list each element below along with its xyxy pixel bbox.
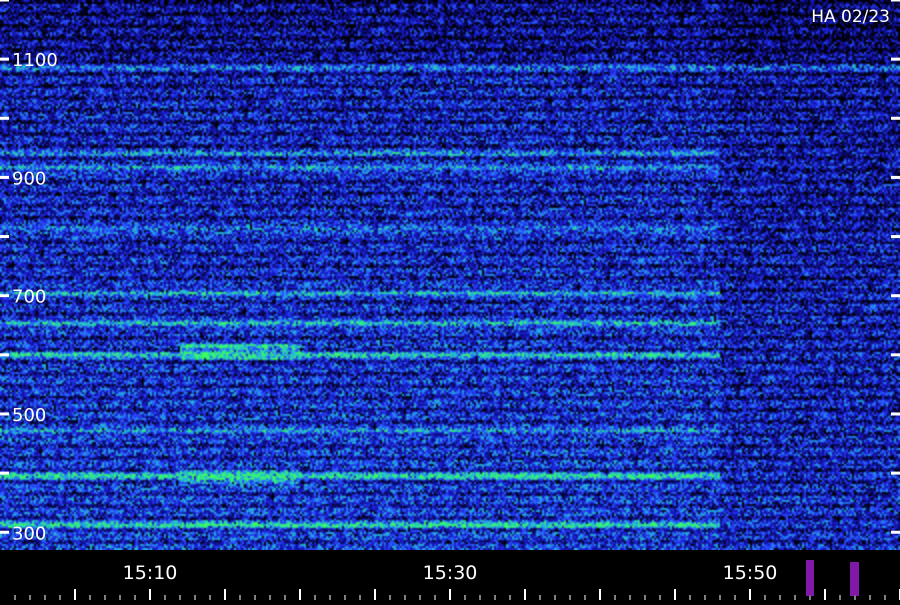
spectrogram-heatmap	[0, 0, 900, 550]
y-tick-label: 500	[12, 405, 46, 426]
x-tick-label: 15:30	[423, 562, 478, 584]
burst-mark	[850, 562, 859, 596]
spectrogram-chart: 300 500 700 900 1100 15:10 15:30 15:50 HA 02/2…	[0, 0, 900, 600]
x-tick-label: 15:10	[123, 562, 178, 584]
x-tick-label: 15:50	[723, 562, 778, 584]
burst-mark	[806, 560, 814, 596]
spectrogram-svg: 300 500 700 900 1100 15:10 15:30 15:50 HA 02/2…	[0, 0, 900, 600]
y-tick-label: 1100	[12, 50, 58, 71]
y-tick-label: 900	[12, 168, 46, 189]
chart-stamp-label: HA 02/23	[811, 7, 890, 27]
y-tick-label: 300	[12, 523, 46, 544]
y-tick-label: 700	[12, 287, 46, 308]
